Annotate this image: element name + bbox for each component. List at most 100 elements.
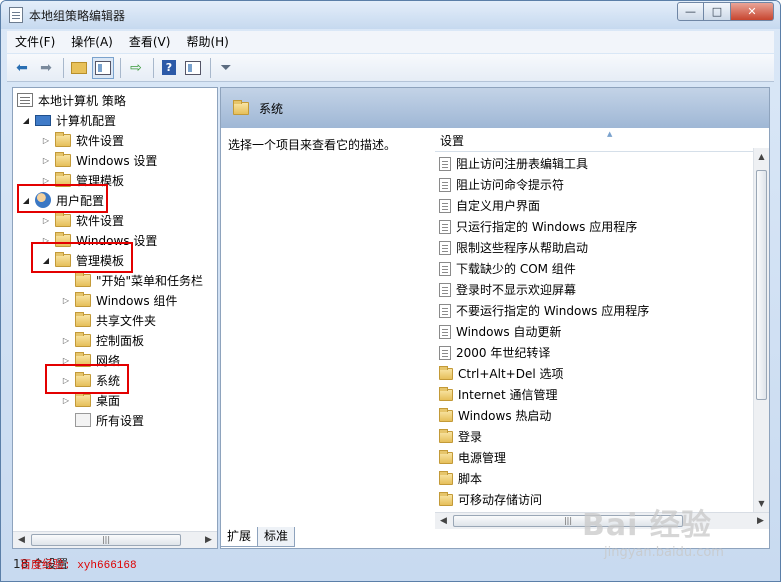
collapsed-arrow-icon[interactable]: ▷ — [61, 336, 71, 345]
policy-setting-icon — [439, 303, 451, 318]
collapsed-arrow-icon[interactable]: ▷ — [41, 156, 51, 165]
tree-item-user-software[interactable]: ▷ 软件设置 — [41, 210, 124, 230]
list-item-setting[interactable]: 阻止访问命令提示符 — [439, 174, 564, 195]
scroll-right-icon[interactable]: ▶ — [200, 532, 217, 548]
collapsed-arrow-icon[interactable]: ▷ — [61, 396, 71, 405]
policy-setting-icon — [439, 198, 451, 213]
list-item-setting[interactable]: 不要运行指定的 Windows 应用程序 — [439, 300, 649, 321]
list-item-folder[interactable]: 可移动存储访问 — [439, 489, 542, 510]
tree-pane: 本地计算机 策略 ◢ 计算机配置 ▷ 软件设置 ▷ Windows 设置 ▷ 管… — [12, 87, 218, 549]
menu-help[interactable]: 帮助(H) — [178, 31, 236, 53]
tab-standard[interactable]: 标准 — [257, 527, 296, 547]
list-item-label: 下载缺少的 COM 组件 — [456, 262, 576, 276]
list-item-label: Windows 自动更新 — [456, 325, 562, 339]
tree-item-control-panel[interactable]: ▷ 控制面板 — [61, 330, 144, 350]
folder-icon — [439, 365, 453, 380]
list-vertical-scrollbar[interactable]: ▲ ▼ — [753, 148, 769, 512]
tree-horizontal-scrollbar[interactable]: ◀ ||| ▶ — [13, 531, 217, 548]
expanded-arrow-icon[interactable]: ◢ — [21, 116, 31, 125]
properties-icon[interactable] — [182, 57, 204, 79]
folder-icon — [75, 291, 91, 307]
show-hide-tree-icon[interactable] — [92, 56, 114, 79]
list-item-setting[interactable]: 登录时不显示欢迎屏幕 — [439, 279, 576, 300]
list-item-folder[interactable]: Ctrl+Alt+Del 选项 — [439, 363, 563, 384]
list-item-label: 自定义用户界面 — [456, 199, 541, 213]
folder-icon — [55, 131, 71, 147]
scroll-thumb[interactable]: ||| — [31, 534, 181, 546]
list-item-folder[interactable]: 脚本 — [439, 468, 482, 489]
folder-icon — [75, 391, 91, 407]
scroll-left-icon[interactable]: ◀ — [13, 532, 30, 548]
list-item-folder[interactable]: 电源管理 — [439, 447, 506, 468]
tree-item-computer-config[interactable]: ◢ 计算机配置 — [21, 110, 116, 130]
list-item-setting[interactable]: 下载缺少的 COM 组件 — [439, 258, 576, 279]
folder-icon — [439, 491, 453, 506]
list-item-setting[interactable]: 2000 年世纪转译 — [439, 342, 550, 363]
tree-item-all-settings[interactable]: 所有设置 — [61, 410, 144, 430]
close-button[interactable]: ✕ — [731, 2, 774, 21]
app-window: 本地组策略编辑器 — □ ✕ 文件(F) 操作(A) 查看(V) 帮助(H) ⬅… — [0, 0, 781, 582]
folder-icon — [439, 449, 453, 464]
list-item-folder[interactable]: 登录 — [439, 426, 482, 447]
menu-action[interactable]: 操作(A) — [63, 31, 121, 53]
tree-item-shared-folders[interactable]: 共享文件夹 — [61, 310, 156, 330]
tree-item-label: 共享文件夹 — [96, 313, 157, 328]
scroll-up-icon[interactable]: ▲ — [754, 148, 769, 165]
list-item-label: 电源管理 — [458, 451, 507, 465]
collapsed-arrow-icon[interactable]: ▷ — [41, 216, 51, 225]
menu-view[interactable]: 查看(V) — [121, 31, 179, 53]
minimize-button[interactable]: — — [677, 2, 704, 21]
list-item-setting[interactable]: 自定义用户界面 — [439, 195, 540, 216]
list-item-folder[interactable]: Internet 通信管理 — [439, 384, 557, 405]
list-item-label: Windows 热启动 — [458, 409, 552, 423]
list-item-setting[interactable]: 限制这些程序从帮助启动 — [439, 237, 588, 258]
list-item-setting[interactable]: Windows 自动更新 — [439, 321, 561, 342]
scroll-down-icon[interactable]: ▼ — [754, 495, 769, 512]
forward-arrow-icon[interactable]: ➡ — [35, 57, 57, 79]
list-item-folder[interactable]: Windows 热启动 — [439, 405, 551, 426]
sort-up-icon: ▲ — [607, 130, 613, 138]
collapsed-arrow-icon[interactable]: ▷ — [41, 136, 51, 145]
policy-setting-icon — [439, 261, 451, 276]
list-item-label: 限制这些程序从帮助启动 — [456, 241, 589, 255]
toolbar: ⬅ ➡ ⇨ ? ⏷ — [7, 54, 774, 82]
scroll-left-icon[interactable]: ◀ — [435, 513, 452, 529]
folder-icon — [55, 211, 71, 227]
folder-icon — [75, 271, 91, 287]
list-item-setting[interactable]: 阻止访问注册表编辑工具 — [439, 153, 588, 174]
back-arrow-icon[interactable]: ⬅ — [11, 57, 33, 79]
tree-item-software-settings[interactable]: ▷ 软件设置 — [41, 130, 124, 150]
policy-setting-icon — [439, 177, 451, 192]
menu-file[interactable]: 文件(F) — [7, 31, 63, 53]
tab-extended[interactable]: 扩展 — [220, 527, 259, 547]
toolbar-separator — [120, 57, 121, 78]
maximize-button[interactable]: □ — [704, 2, 731, 21]
tree-item-windows-components[interactable]: ▷ Windows 组件 — [61, 290, 177, 310]
policy-setting-icon — [439, 324, 451, 339]
highlight-box-user-config — [17, 184, 108, 213]
list-item-label: 2000 年世纪转译 — [456, 346, 551, 360]
collapsed-arrow-icon[interactable]: ▷ — [61, 296, 71, 305]
scroll-thumb[interactable] — [756, 170, 767, 400]
help-icon[interactable]: ? — [158, 57, 180, 79]
tree-item-label: 控制面板 — [96, 333, 145, 348]
details-title: 系统 — [259, 101, 284, 116]
up-folder-icon[interactable] — [68, 57, 90, 79]
list-item-setting[interactable]: 只运行指定的 Windows 应用程序 — [439, 216, 637, 237]
tree-item-start-menu[interactable]: "开始"菜单和任务栏 — [61, 270, 203, 290]
tree-item-label: 软件设置 — [76, 213, 125, 228]
tree-item-windows-settings[interactable]: ▷ Windows 设置 — [41, 150, 157, 170]
tree-item-label: 本地计算机 策略 — [38, 93, 126, 108]
column-header-settings[interactable]: 设置 ▲ — [435, 130, 753, 152]
window-title: 本地组策略编辑器 — [29, 8, 126, 23]
folder-icon — [55, 151, 71, 167]
policy-icon — [17, 93, 33, 107]
list-item-label: Ctrl+Alt+Del 选项 — [458, 367, 564, 381]
scroll-right-icon[interactable]: ▶ — [752, 513, 769, 529]
tree-item-root[interactable]: 本地计算机 策略 — [17, 90, 126, 110]
list-item-label: 阻止访问注册表编辑工具 — [456, 157, 589, 171]
tree-item-label: Windows 设置 — [76, 153, 158, 168]
title-bar[interactable]: 本地组策略编辑器 — □ ✕ — [1, 1, 780, 29]
filter-icon[interactable]: ⏷ — [215, 57, 237, 79]
export-list-icon[interactable]: ⇨ — [125, 57, 147, 79]
